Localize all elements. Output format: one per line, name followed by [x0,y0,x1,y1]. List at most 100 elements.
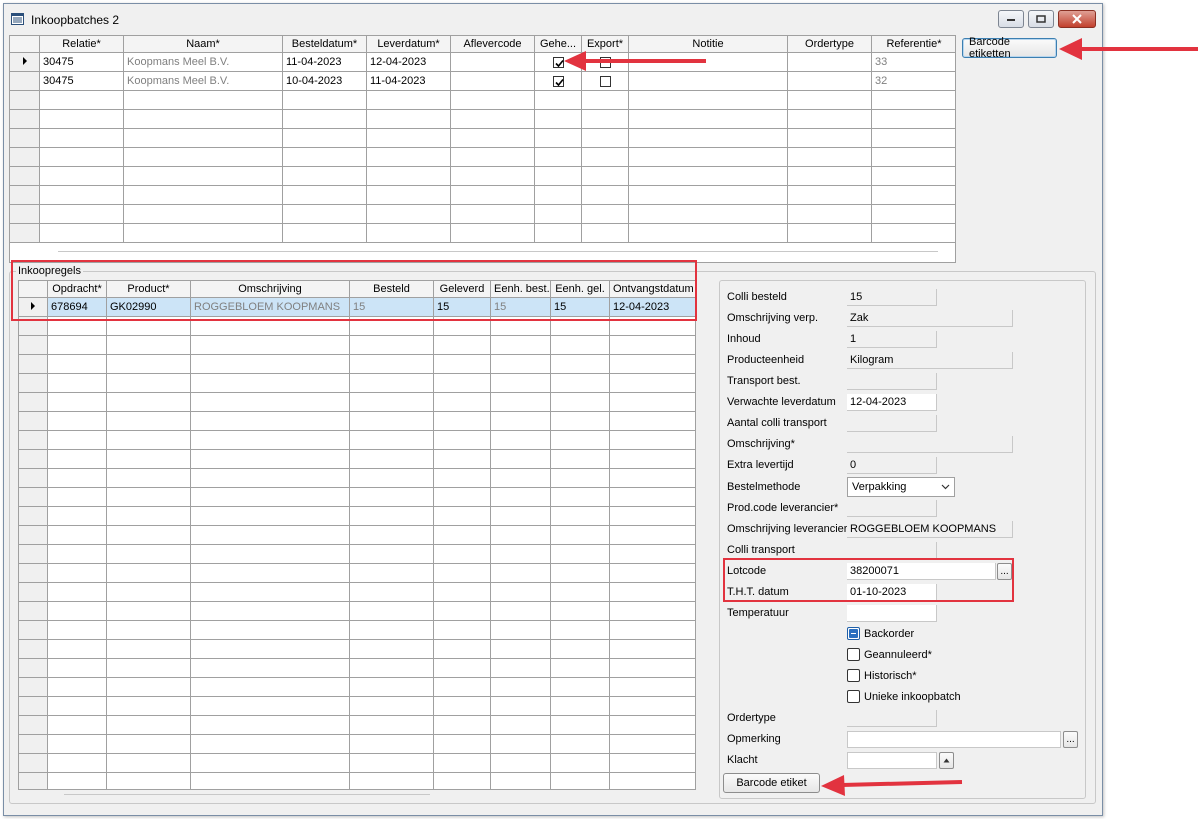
cell-notitie[interactable] [628,71,788,91]
empty-row[interactable] [10,128,955,148]
klacht-input[interactable] [847,752,937,769]
cell-besteldatum[interactable]: 10-04-2023 [282,71,367,91]
cell-ordertype[interactable] [787,52,872,72]
empty-cell[interactable] [534,90,582,110]
empty-cell[interactable] [190,658,350,678]
empty-cell[interactable] [106,392,191,412]
bestelmethode-select[interactable]: Verpakking [847,477,955,497]
empty-cell[interactable] [490,373,551,393]
empty-cell[interactable] [787,185,872,205]
empty-cell[interactable] [550,715,610,735]
empty-cell[interactable] [787,223,872,243]
empty-cell[interactable] [871,147,955,167]
empty-cell[interactable] [47,639,107,659]
empty-cell[interactable] [609,582,695,602]
barcode-etiket-button[interactable]: Barcode etiket [723,773,820,793]
empty-cell[interactable] [366,204,451,224]
empty-cell[interactable] [47,544,107,564]
empty-cell[interactable] [123,223,283,243]
cell-naam[interactable]: Koopmans Meel B.V. [123,71,283,91]
empty-row[interactable] [19,411,695,431]
empty-cell[interactable] [609,354,695,374]
empty-cell[interactable] [106,639,191,659]
empty-cell[interactable] [106,734,191,754]
empty-cell[interactable] [609,658,695,678]
backorder-checkbox[interactable]: Backorder [847,627,914,640]
empty-cell[interactable] [490,487,551,507]
empty-cell[interactable] [581,109,629,129]
row-header[interactable] [19,696,48,716]
empty-cell[interactable] [190,487,350,507]
empty-cell[interactable] [349,373,434,393]
empty-cell[interactable] [550,544,610,564]
empty-cell[interactable] [628,223,788,243]
empty-cell[interactable] [349,525,434,545]
row-header[interactable] [10,109,40,129]
col-leverdatum[interactable]: Leverdatum* [366,36,451,53]
empty-cell[interactable] [550,411,610,431]
empty-cell[interactable] [282,204,367,224]
empty-cell[interactable] [433,449,491,469]
empty-cell[interactable] [609,715,695,735]
historisch-checkbox[interactable]: Historisch* [847,669,917,682]
row-header[interactable] [10,147,40,167]
empty-cell[interactable] [433,658,491,678]
empty-cell[interactable] [534,223,582,243]
empty-cell[interactable] [550,354,610,374]
empty-cell[interactable] [47,563,107,583]
empty-cell[interactable] [123,128,283,148]
empty-cell[interactable] [609,525,695,545]
cell-aflevercode[interactable] [450,71,535,91]
row-header[interactable] [19,449,48,469]
empty-cell[interactable] [550,430,610,450]
empty-row[interactable] [19,335,695,355]
empty-cell[interactable] [550,449,610,469]
empty-cell[interactable] [871,223,955,243]
empty-cell[interactable] [490,639,551,659]
empty-cell[interactable] [550,563,610,583]
export-checkbox[interactable] [599,75,611,87]
empty-cell[interactable] [871,128,955,148]
empty-cell[interactable] [550,373,610,393]
table-row[interactable]: 30475 Koopmans Meel B.V. 10-04-2023 11-0… [10,71,955,91]
empty-row[interactable] [19,734,695,754]
empty-cell[interactable] [550,696,610,716]
empty-cell[interactable] [433,354,491,374]
empty-cell[interactable] [581,185,629,205]
empty-cell[interactable] [282,223,367,243]
empty-cell[interactable] [581,128,629,148]
empty-cell[interactable] [190,354,350,374]
empty-cell[interactable] [787,90,872,110]
row-header[interactable] [19,620,48,640]
empty-cell[interactable] [490,658,551,678]
empty-cell[interactable] [349,449,434,469]
batches-grid[interactable]: Relatie* Naam* Besteldatum* Leverdatum* … [9,35,956,263]
empty-cell[interactable] [349,506,434,526]
empty-cell[interactable] [433,544,491,564]
empty-cell[interactable] [433,601,491,621]
empty-cell[interactable] [106,658,191,678]
empty-cell[interactable] [534,128,582,148]
cell-relatie[interactable]: 30475 [39,52,124,72]
empty-cell[interactable] [609,734,695,754]
empty-row[interactable] [10,166,955,186]
empty-cell[interactable] [550,487,610,507]
row-header[interactable] [19,525,48,545]
empty-cell[interactable] [433,620,491,640]
empty-cell[interactable] [106,411,191,431]
empty-cell[interactable] [47,696,107,716]
empty-cell[interactable] [106,601,191,621]
empty-cell[interactable] [39,128,124,148]
col-naam[interactable]: Naam* [123,36,283,53]
empty-cell[interactable] [534,147,582,167]
unieke-inkoopbatch-checkbox[interactable]: Unieke inkoopbatch [847,690,961,703]
empty-cell[interactable] [190,392,350,412]
empty-cell[interactable] [106,430,191,450]
empty-cell[interactable] [349,411,434,431]
empty-cell[interactable] [490,772,551,789]
row-header[interactable] [10,223,40,243]
empty-cell[interactable] [490,601,551,621]
verwachte-leverdatum-input[interactable]: 12-04-2023 [847,394,937,411]
empty-cell[interactable] [450,223,535,243]
empty-cell[interactable] [190,677,350,697]
